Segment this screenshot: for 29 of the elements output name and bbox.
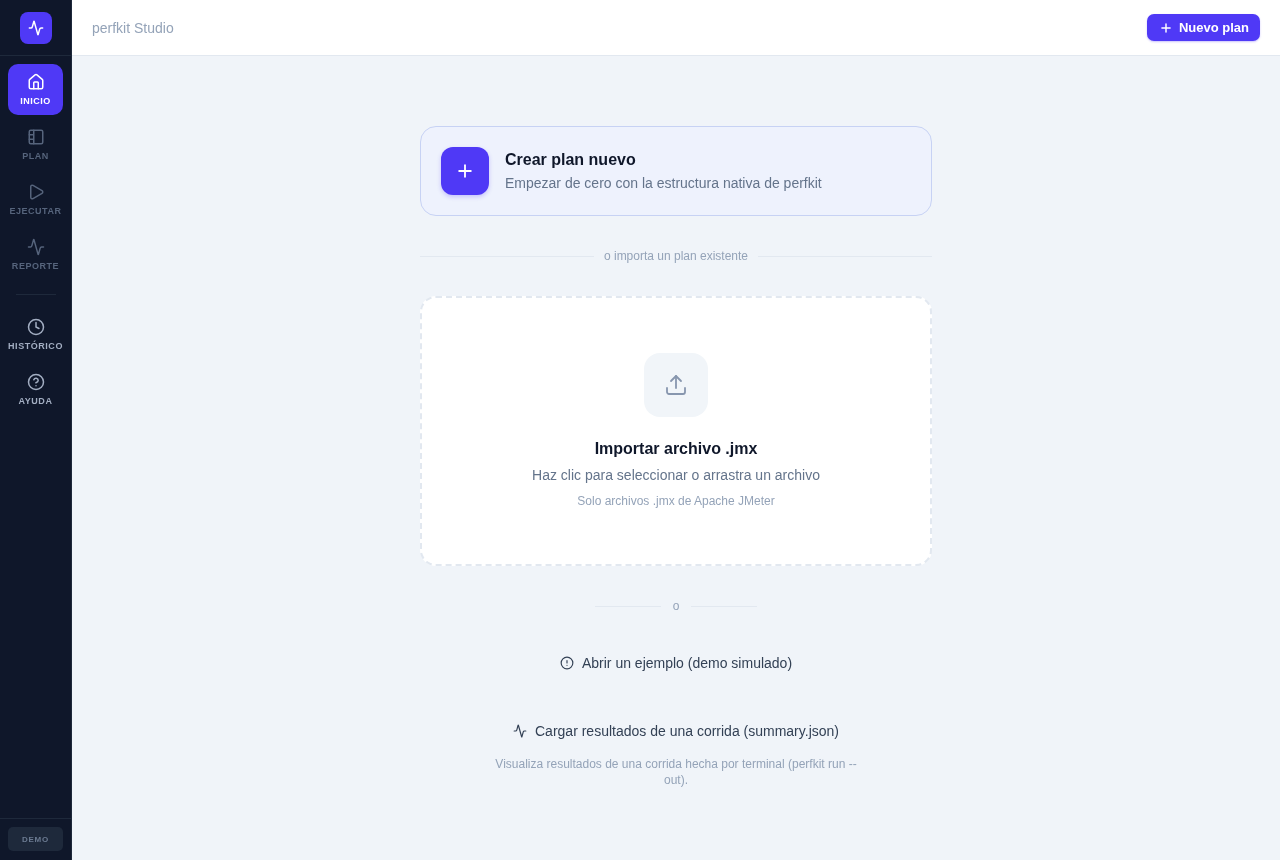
example-link[interactable]: Abrir un ejemplo (demo simulado) <box>555 646 797 680</box>
nav-item[interactable]: AYUDA <box>8 364 63 415</box>
file-dropzone[interactable]: Importar archivo .jmx Haz clic para seleccionar o arrastra un archivo Solo archivos .jmx de Apache JMeter <box>420 296 932 566</box>
demo-badge: DEMO <box>8 827 63 851</box>
card-title: Crear plan nuevo <box>505 150 637 170</box>
info-icon <box>559 656 574 670</box>
create-plan-card[interactable]: Crear plan nuevo Empezar de cero con la estructura nativa de perfkit <box>420 126 932 216</box>
clock-icon <box>26 317 45 336</box>
load-results-link[interactable]: Cargar resultados de una corrida (summary.json) <box>509 714 843 748</box>
panel-icon <box>26 127 45 146</box>
card-subtitle: Empezar de cero con la estructura nativa de perfkit <box>505 174 822 193</box>
divider-label: o importa un plan existente <box>603 248 749 264</box>
pulse-icon <box>26 237 45 256</box>
dropzone-title: Importar archivo .jmx <box>594 439 758 459</box>
divider-label: o <box>672 598 680 614</box>
dropzone-hint: Solo archivos .jmx de Apache JMeter <box>577 493 775 509</box>
plus-icon <box>441 147 489 195</box>
help-icon <box>26 372 45 391</box>
plus-icon <box>1158 20 1173 35</box>
nav-item[interactable]: INICIO <box>8 64 63 115</box>
app-title: perfkit Studio <box>92 19 174 36</box>
logo-icon <box>19 11 52 44</box>
action-description: Visualiza resultados de una corrida hecha por terminal (perfkit run --out). <box>494 756 858 788</box>
home-icon <box>26 72 45 91</box>
new-plan-button[interactable]: Nuevo plan <box>1146 14 1260 41</box>
dropzone-subtitle: Haz clic para seleccionar o arrastra un archivo <box>532 466 820 485</box>
pulse-icon <box>513 724 527 738</box>
upload-icon <box>644 353 708 417</box>
nav-item[interactable]: HISTÓRICO <box>8 309 63 360</box>
